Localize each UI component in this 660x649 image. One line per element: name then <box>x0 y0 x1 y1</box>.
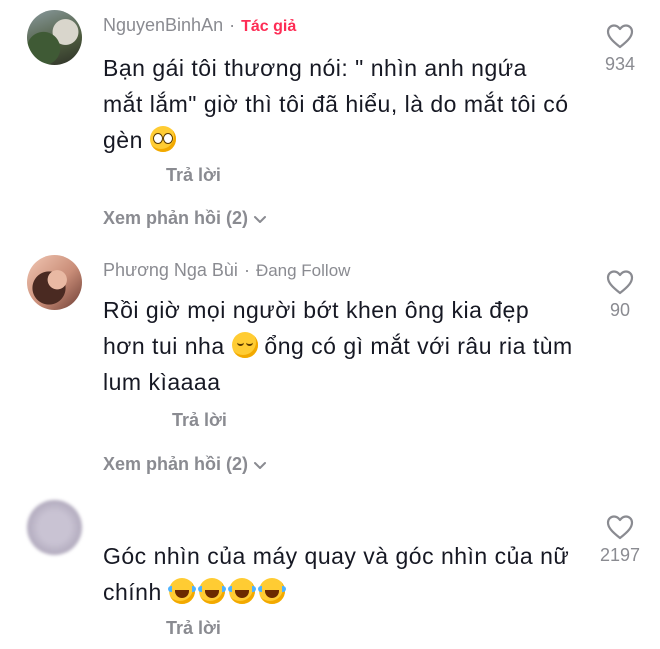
flushed-face-emoji <box>149 126 176 152</box>
username[interactable]: Phương Nga Bùi <box>103 260 238 280</box>
comment-text: Góc nhìn của máy quay và góc nhìn của nữ… <box>103 538 573 610</box>
view-replies-button[interactable]: Xem phản hồi (2) <box>103 208 268 229</box>
separator-dot: · <box>243 260 250 280</box>
reply-button[interactable]: Trả lời <box>166 165 221 186</box>
view-replies-label: Xem phản hồi (2) <box>103 454 249 474</box>
laughing-tears-emoji <box>257 578 286 604</box>
reply-button[interactable]: Trả lời <box>166 618 221 639</box>
like-button[interactable]: 934 <box>590 22 650 75</box>
heart-outline-icon <box>606 24 634 49</box>
separator-dot: · <box>229 15 236 35</box>
chevron-down-icon <box>254 461 267 469</box>
following-badge: Đang Follow <box>255 261 351 280</box>
laughing-tears-emoji <box>227 578 256 604</box>
laughing-tears-emoji <box>197 578 226 604</box>
avatar[interactable] <box>27 255 82 310</box>
username[interactable]: NguyenBinhAn <box>103 15 223 35</box>
like-count: 934 <box>604 54 636 74</box>
view-replies-button[interactable]: Xem phản hồi (2) <box>103 454 268 475</box>
like-button[interactable]: 2197 <box>590 513 650 566</box>
comment-username-row: NguyenBinhAn · Tác giả <box>103 15 296 36</box>
avatar[interactable] <box>27 10 82 65</box>
author-badge: Tác giả <box>241 18 297 35</box>
view-replies-label: Xem phản hồi (2) <box>103 208 249 228</box>
chevron-down-icon <box>254 215 267 223</box>
reply-button[interactable]: Trả lời <box>172 410 227 431</box>
like-count: 90 <box>609 300 631 320</box>
like-count: 2197 <box>599 545 641 565</box>
like-button[interactable]: 90 <box>590 268 650 321</box>
comment-text: Bạn gái tôi thương nói: " nhìn anh ngứa … <box>103 50 573 158</box>
heart-outline-icon <box>606 515 634 540</box>
relieved-face-emoji <box>231 332 258 358</box>
laughing-tears-emoji <box>167 578 196 604</box>
comment-username-row: Phương Nga Bùi · Đang Follow <box>103 260 350 281</box>
avatar[interactable] <box>27 500 82 555</box>
heart-outline-icon <box>606 270 634 295</box>
comment-text: Rồi giờ mọi người bớt khen ông kia đẹp h… <box>103 292 573 400</box>
